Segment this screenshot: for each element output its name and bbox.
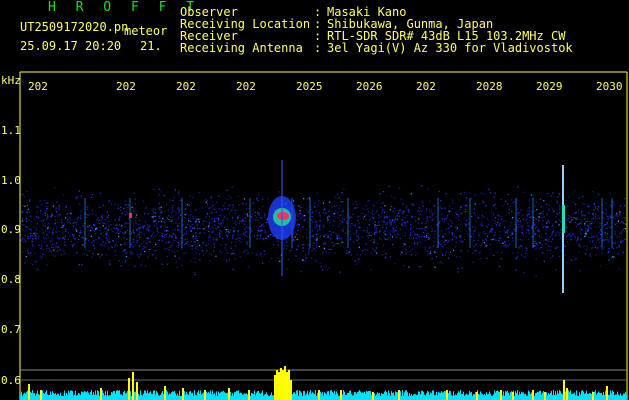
- spectrum-spike: [100, 388, 102, 400]
- spectrum-spike: [290, 380, 292, 400]
- spectrum-spike: [284, 366, 286, 400]
- antenna-colon: :: [314, 41, 322, 55]
- event-count: 21.: [140, 39, 162, 53]
- spectrum-spike: [274, 375, 276, 400]
- spectrum-spike: [286, 372, 288, 400]
- spectrum-spike: [132, 372, 134, 400]
- meteor-echo-peak: [277, 212, 289, 220]
- spectrum-spike: [136, 382, 138, 400]
- x-tick-label: 202: [28, 80, 48, 93]
- antenna-label: Receiving Antenna: [180, 41, 303, 55]
- spectrum-spike: [128, 378, 130, 400]
- spectrum-spike: [606, 386, 608, 400]
- spectrum-spike: [248, 390, 250, 400]
- antenna-value: 3el Yagi(V) Az 330 for Vladivostok: [327, 41, 573, 55]
- waterfall-spectrogram: [19, 71, 628, 400]
- x-tick-label: 202: [416, 80, 436, 93]
- spectrum-spike: [446, 390, 448, 400]
- y-tick-label: 0.8: [1, 273, 21, 286]
- spectrum-spike: [182, 388, 184, 400]
- spectrum-spike: [398, 390, 400, 400]
- timestamp: 25.09.17 20:20: [20, 39, 122, 53]
- spectrum-spike: [282, 370, 284, 400]
- spectrum-spike: [228, 388, 230, 400]
- x-tick-label: 2025: [296, 80, 323, 93]
- spectrum-spike: [512, 392, 514, 400]
- y-tick-label: 0.9: [1, 223, 21, 236]
- spectrum-spike: [563, 380, 565, 400]
- meteor-echo-small: [129, 213, 132, 218]
- x-tick-label: 202: [236, 80, 256, 93]
- spectrum-spike: [544, 392, 546, 400]
- x-tick-label: 202: [176, 80, 196, 93]
- spectrum-spike: [28, 384, 30, 400]
- file-name: UT2509172020.pn: [20, 20, 129, 34]
- mode-label: meteor: [124, 24, 168, 38]
- spectrum-spike: [40, 390, 42, 400]
- spectrum-spike: [288, 370, 290, 400]
- spectrum-spike: [372, 392, 374, 400]
- spectrum-spike: [278, 372, 280, 400]
- spectrum-spike: [276, 370, 278, 400]
- spectrum-spike: [500, 390, 502, 400]
- spectrum-spike: [566, 388, 568, 400]
- x-tick-label: 2029: [536, 80, 563, 93]
- spectrum-spike: [592, 392, 594, 400]
- y-tick-label: 1.1: [1, 124, 21, 137]
- y-unit-label: kHz: [1, 74, 21, 87]
- spectrum-spike: [532, 390, 534, 400]
- x-tick-label: 2028: [476, 80, 503, 93]
- y-tick-label: 1.0: [1, 174, 21, 187]
- spectrum-spike: [476, 392, 478, 400]
- spectrum-spike: [164, 386, 166, 400]
- app-title: H R O F F T: [48, 0, 201, 15]
- x-tick-label: 2026: [356, 80, 383, 93]
- spectrum-spike: [204, 390, 206, 400]
- x-tick-label: 2030: [596, 80, 623, 93]
- spectrum-trace: [20, 390, 627, 400]
- noise-band: [20, 185, 627, 277]
- spectrum-spike: [318, 390, 320, 400]
- spectrum-spike: [280, 368, 282, 400]
- x-tick-label: 202: [116, 80, 136, 93]
- meteor-echo-line-core: [562, 205, 565, 233]
- y-tick-label: 0.7: [1, 323, 21, 336]
- spectrum-spike: [340, 390, 342, 400]
- y-tick-label: 0.6: [1, 374, 21, 387]
